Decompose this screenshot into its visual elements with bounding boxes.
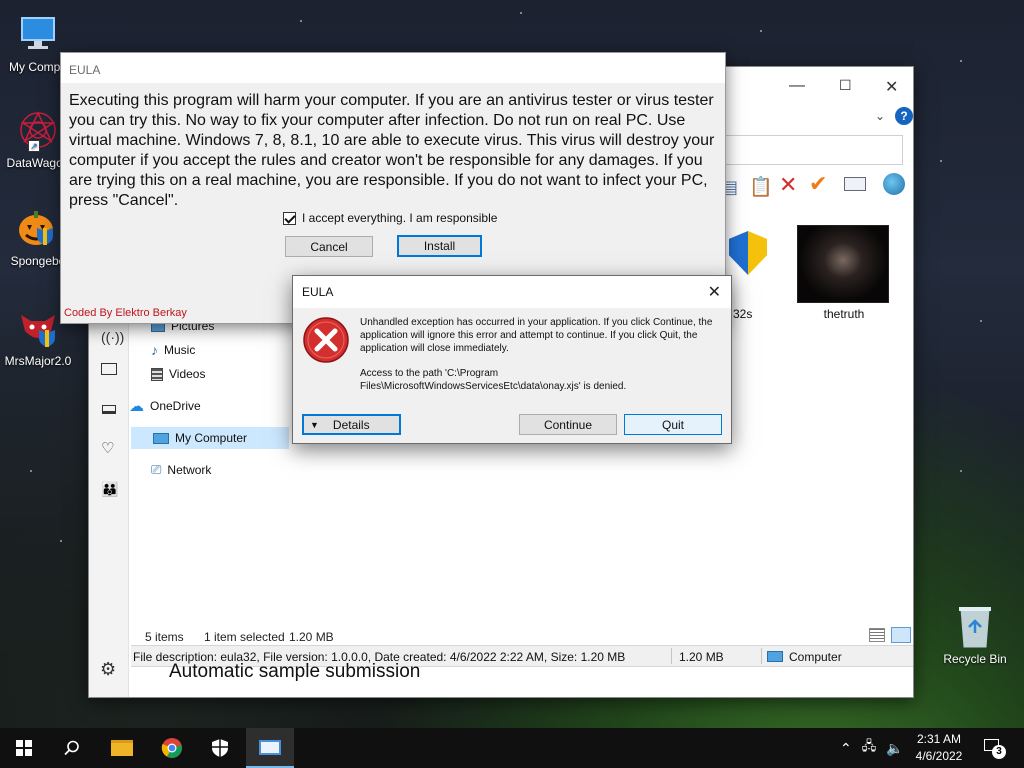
- datawagon-icon: ↗: [14, 106, 62, 154]
- maximize-icon[interactable]: ☐: [839, 77, 852, 94]
- window-title: EULA: [61, 53, 725, 83]
- help-icon[interactable]: ?: [895, 107, 913, 125]
- chevron-down-icon[interactable]: ⌄: [875, 109, 885, 123]
- taskbar-security[interactable]: [196, 728, 244, 768]
- search-button[interactable]: [48, 728, 96, 768]
- eula-text: Executing this program will harm your co…: [69, 92, 715, 209]
- close-icon[interactable]: ✕: [885, 77, 898, 97]
- quit-button[interactable]: Quit: [624, 414, 722, 435]
- network-icon[interactable]: 🖧: [862, 737, 877, 759]
- error-dialog: EULA ✕ Unhandled exception has occurred …: [292, 275, 732, 444]
- heart-pulse-icon[interactable]: ♡: [101, 439, 114, 457]
- taskbar-eula-app[interactable]: [246, 728, 294, 768]
- notification-badge: 3: [992, 745, 1006, 759]
- details-button[interactable]: ▼ Details: [302, 414, 401, 435]
- volume-icon[interactable]: 🔈: [886, 740, 903, 757]
- taskbar: ⌃ 🖧 🔈 2:31 AM 4/6/2022 3: [0, 728, 1024, 768]
- shield-icon: [212, 739, 228, 757]
- search-icon: [64, 740, 79, 756]
- chevron-up-icon[interactable]: ⌃: [840, 740, 852, 757]
- error-icon: [302, 316, 350, 364]
- computer-icon: [767, 651, 783, 662]
- error-path-text: Access to the path 'C:\Program Files\Mic…: [360, 368, 627, 392]
- install-button[interactable]: Install: [397, 235, 482, 257]
- continue-button[interactable]: Continue: [519, 414, 617, 435]
- nav-item-videos[interactable]: Videos: [151, 363, 205, 385]
- folder-icon: [111, 740, 133, 756]
- address-bar[interactable]: [719, 135, 903, 165]
- accept-checkbox[interactable]: I accept everything. I am responsible: [283, 211, 497, 225]
- window-icon[interactable]: [101, 363, 117, 375]
- details-size: 1.20 MB: [679, 650, 724, 664]
- author-credit: Coded By Elektro Berkay: [64, 307, 187, 319]
- clock-date: 4/6/2022: [915, 749, 963, 763]
- divider: [761, 648, 762, 664]
- globe-icon[interactable]: [883, 173, 905, 195]
- details-view-icon[interactable]: [869, 628, 885, 642]
- file-name: thetruth: [823, 307, 865, 321]
- cancel-button[interactable]: Cancel: [285, 236, 373, 257]
- file-tile[interactable]: thetruth: [797, 225, 891, 321]
- accept-label: I accept everything. I am responsible: [302, 211, 498, 225]
- videos-icon: [151, 367, 163, 381]
- nav-item-network[interactable]: ⎚ Network: [151, 459, 211, 481]
- checkmark-icon[interactable]: ✔: [809, 171, 827, 197]
- file-name: 32s: [733, 307, 753, 321]
- pumpkin-icon: [14, 204, 62, 252]
- chrome-icon: [161, 738, 182, 758]
- taskbar-chrome[interactable]: [148, 728, 196, 768]
- system-tray: ⌃ 🖧 🔈: [840, 728, 904, 768]
- clock[interactable]: 2:31 AM 4/6/2022: [904, 731, 974, 765]
- clipboard-icon[interactable]: 📋: [749, 175, 773, 199]
- minimize-icon[interactable]: —: [789, 77, 805, 95]
- large-icons-view-icon[interactable]: [891, 627, 911, 643]
- clock-time: 2:31 AM: [916, 732, 962, 746]
- delete-x-icon[interactable]: ✕: [779, 172, 797, 198]
- error-message: Unhandled exception has occurred in your…: [360, 316, 720, 393]
- selection-count: 1 item selected: [204, 630, 285, 644]
- nav-item-onedrive[interactable]: ☁ OneDrive: [129, 395, 201, 417]
- close-icon[interactable]: ✕: [708, 282, 721, 302]
- item-count: 5 items: [145, 630, 184, 644]
- music-icon: ♪: [151, 342, 158, 358]
- windows-logo-icon: [16, 740, 32, 756]
- computer-icon: [153, 432, 169, 444]
- nav-item-music[interactable]: ♪ Music: [151, 339, 195, 361]
- background-heading: Automatic sample submission: [169, 661, 421, 682]
- notification-center-button[interactable]: 3: [982, 736, 1008, 760]
- family-icon[interactable]: 👪: [101, 481, 118, 498]
- desktop-icon-label: My Compu: [8, 60, 67, 74]
- dialog-title: EULA: [293, 276, 731, 308]
- selection-size: 1.20 MB: [289, 630, 334, 644]
- shield-icon: [729, 231, 767, 275]
- status-bar: 5 items 1 item selected 1.20 MB: [131, 625, 913, 645]
- shortcut-arrow-icon: ↗: [28, 140, 40, 152]
- error-message-text: Unhandled exception has occurred in your…: [360, 317, 713, 354]
- desktop-icon-label: Recycle Bin: [943, 652, 1007, 666]
- nav-item-my-computer[interactable]: My Computer: [131, 427, 289, 449]
- recycle-bin-icon: [951, 602, 999, 650]
- details-location: Computer: [789, 650, 842, 664]
- desktop-icon-recycle-bin[interactable]: Recycle Bin: [936, 602, 1014, 666]
- laptop-icon[interactable]: [102, 405, 116, 414]
- mrsmajor-icon: [14, 304, 62, 352]
- checkbox-checked[interactable]: [283, 211, 296, 225]
- taskbar-file-explorer[interactable]: [98, 728, 146, 768]
- card-icon[interactable]: [844, 177, 866, 191]
- broadcast-icon[interactable]: ((·)): [101, 329, 124, 345]
- desktop-icon-label: MrsMajor2.0: [4, 354, 72, 368]
- triangle-down-icon: ▼: [310, 419, 319, 430]
- network-icon: ⎚: [151, 462, 162, 477]
- divider: [671, 648, 672, 664]
- computer-icon: [14, 10, 62, 58]
- desktop-icon-label: Spongebo: [10, 254, 66, 268]
- onedrive-cloud-icon: ☁: [129, 398, 144, 415]
- image-thumb: [797, 225, 889, 303]
- app-window-icon: [259, 739, 281, 755]
- start-button[interactable]: [0, 728, 48, 768]
- settings-gear-icon[interactable]: ⚙: [100, 659, 116, 680]
